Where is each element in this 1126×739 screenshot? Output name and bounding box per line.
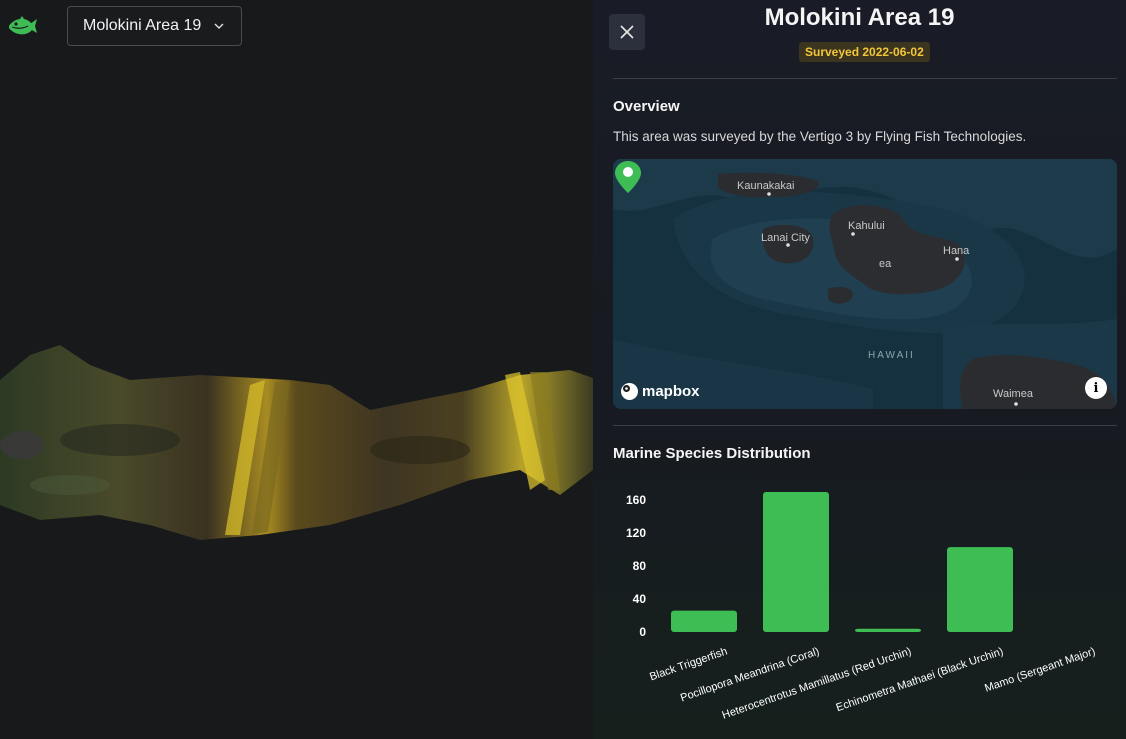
map-terrain <box>613 159 1117 409</box>
map-label-hawaii: HAWAII <box>868 350 915 361</box>
map-label-kahului: Kahului <box>848 220 885 232</box>
area-select-dropdown[interactable]: Molokini Area 19 <box>67 6 242 46</box>
map-label-waimea: Waimea <box>993 388 1033 400</box>
mapbox-attribution[interactable]: mapbox <box>621 383 700 400</box>
y-tick-label: 40 <box>633 592 647 606</box>
divider <box>613 78 1117 79</box>
y-tick-label: 0 <box>639 625 646 639</box>
map-label-kaunakakai: Kaunakakai <box>737 180 795 192</box>
survey-date-badge: Surveyed 2022-06-02 <box>799 42 930 62</box>
info-icon[interactable]: i <box>1085 377 1107 399</box>
y-tick-label: 120 <box>626 526 646 540</box>
map-pin-icon[interactable] <box>613 159 643 195</box>
map-label-lanai-city: Lanai City <box>761 232 810 244</box>
chevron-down-icon <box>214 23 224 29</box>
bar[interactable] <box>763 492 829 632</box>
bar[interactable] <box>671 610 737 632</box>
panel-title: Molokini Area 19 <box>764 4 955 31</box>
survey-3d-view[interactable]: Molokini Area 19 <box>0 0 593 739</box>
map-label-kihei: ea <box>879 258 892 270</box>
x-tick-label: Echinometra Mathaei (Black Urchin) <box>835 645 1005 714</box>
divider <box>613 425 1117 426</box>
location-map[interactable]: Kaunakakai Kahului Lanai City ea Hana HA… <box>613 159 1117 409</box>
mapbox-text: mapbox <box>642 383 700 400</box>
bar[interactable] <box>947 547 1013 632</box>
seafloor-photomosaic <box>0 345 593 540</box>
fish-icon[interactable] <box>6 10 38 42</box>
mapbox-logo-icon <box>621 383 638 400</box>
overview-text: This area was surveyed by the Vertigo 3 … <box>613 129 1027 144</box>
bar[interactable] <box>855 628 921 632</box>
area-select-value: Molokini Area 19 <box>83 17 202 34</box>
species-heading: Marine Species Distribution <box>613 445 811 462</box>
app-viewport: Molokini Area 19 Molokini Area 19 Survey… <box>0 0 1126 739</box>
y-tick-label: 80 <box>633 559 647 573</box>
y-tick-label: 160 <box>626 493 646 507</box>
x-tick-label: Black Triggerfish <box>648 645 729 683</box>
map-label-hana: Hana <box>943 245 970 257</box>
species-distribution-chart: 04080120160Black TriggerfishPocillopora … <box>626 492 1097 722</box>
overview-heading: Overview <box>613 98 680 115</box>
area-details-panel: Molokini Area 19 Surveyed 2022-06-02 Ove… <box>593 0 1126 739</box>
